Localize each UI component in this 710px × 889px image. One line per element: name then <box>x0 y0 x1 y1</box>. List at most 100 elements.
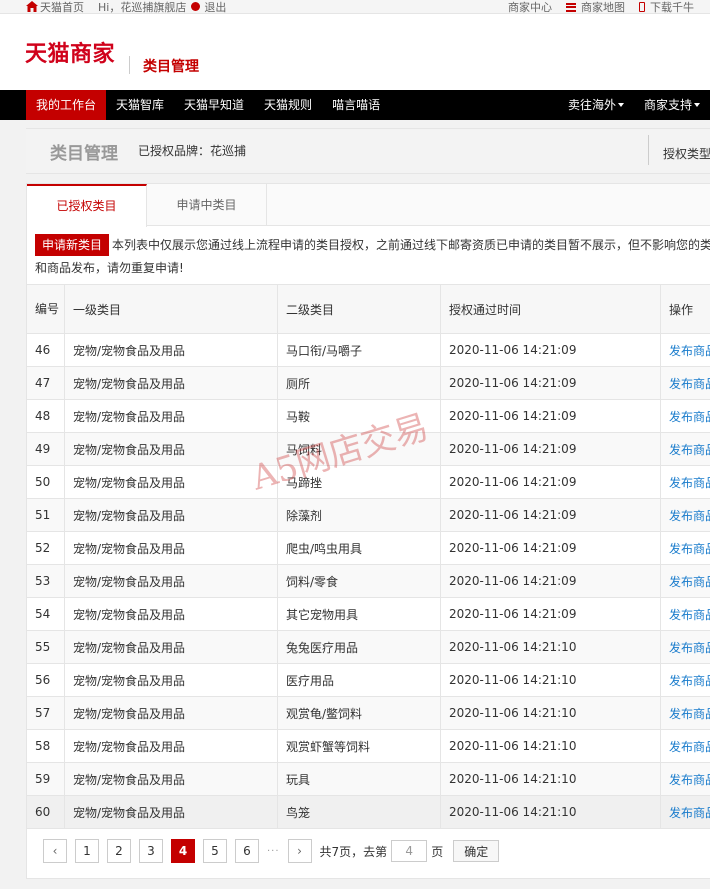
publish-product-link[interactable]: 发布商品 <box>661 631 710 663</box>
cell-id: 49 <box>27 433 65 465</box>
prev-page-button[interactable]: ‹ <box>43 839 67 863</box>
category-panel: 已授权类目 申请中类目 申请新类目 本列表中仅展示您通过线上流程申请的类目授权，之… <box>26 183 710 879</box>
col-header-cat2: 二级类目 <box>278 285 441 333</box>
store-badge-icon <box>191 2 201 11</box>
publish-product-link[interactable]: 发布商品 <box>661 730 710 762</box>
cell-id: 46 <box>27 334 65 366</box>
publish-product-link[interactable]: 发布商品 <box>661 367 710 399</box>
cell-cat1: 宠物/宠物食品及用品 <box>65 598 278 630</box>
apply-category-button[interactable]: 申请新类目 <box>35 234 110 256</box>
cell-id: 54 <box>27 598 65 630</box>
cell-cat1: 宠物/宠物食品及用品 <box>65 697 278 729</box>
tab-authorized[interactable]: 已授权类目 <box>27 184 147 227</box>
cell-time: 2020-11-06 14:21:09 <box>441 565 661 597</box>
cell-id: 50 <box>27 466 65 498</box>
cell-cat1: 宠物/宠物食品及用品 <box>65 664 278 696</box>
download-link[interactable]: 下载千牛 <box>639 0 694 15</box>
table-row: 47宠物/宠物食品及用品厕所2020-11-06 14:21:09发布商品 <box>27 367 710 400</box>
cell-time: 2020-11-06 14:21:09 <box>441 466 661 498</box>
nav-item-overseas[interactable]: 卖往海外 <box>558 90 634 120</box>
publish-product-link[interactable]: 发布商品 <box>661 763 710 795</box>
publish-product-link[interactable]: 发布商品 <box>661 433 710 465</box>
publish-product-link[interactable]: 发布商品 <box>661 400 710 432</box>
nav-item-rules[interactable]: 天猫规则 <box>254 90 322 120</box>
cell-time: 2020-11-06 14:21:09 <box>441 499 661 531</box>
table-row: 60宠物/宠物食品及用品鸟笼2020-11-06 14:21:10发布商品 <box>27 796 710 829</box>
cell-cat1: 宠物/宠物食品及用品 <box>65 499 278 531</box>
table-row: 53宠物/宠物食品及用品饲料/零食2020-11-06 14:21:09发布商品 <box>27 565 710 598</box>
cell-id: 55 <box>27 631 65 663</box>
cell-cat2: 除藻剂 <box>278 499 441 531</box>
merchant-map-link[interactable]: 商家地图 <box>566 0 625 15</box>
cell-time: 2020-11-06 14:21:09 <box>441 367 661 399</box>
cell-cat1: 宠物/宠物食品及用品 <box>65 565 278 597</box>
cell-time: 2020-11-06 14:21:10 <box>441 730 661 762</box>
publish-product-link[interactable]: 发布商品 <box>661 466 710 498</box>
nav-item-workbench[interactable]: 我的工作台 <box>26 90 107 120</box>
table-row: 51宠物/宠物食品及用品除藻剂2020-11-06 14:21:09发布商品 <box>27 499 710 532</box>
cell-cat1: 宠物/宠物食品及用品 <box>65 334 278 366</box>
cell-id: 58 <box>27 730 65 762</box>
merchant-center-link[interactable]: 商家中心 <box>508 0 552 15</box>
cell-cat2: 爬虫/鸣虫用具 <box>278 532 441 564</box>
home-link[interactable]: 天猫首页 <box>40 0 84 15</box>
total-pages-text: 共7页，去第 <box>319 844 388 859</box>
cell-cat2: 观赏龟/鳖饲料 <box>278 697 441 729</box>
caret-down-icon <box>694 103 700 107</box>
page-button[interactable]: 5 <box>203 839 227 863</box>
next-page-button[interactable]: › <box>287 839 312 863</box>
merchant-map-label: 商家地图 <box>581 1 625 14</box>
cell-id: 52 <box>27 532 65 564</box>
cell-cat1: 宠物/宠物食品及用品 <box>65 433 278 465</box>
nav-item-merchant-support[interactable]: 商家支持 <box>634 90 710 120</box>
cell-cat1: 宠物/宠物食品及用品 <box>65 631 278 663</box>
cell-time: 2020-11-06 14:21:10 <box>441 631 661 663</box>
heading-divider <box>648 135 649 165</box>
cell-id: 51 <box>27 499 65 531</box>
cell-cat2: 兔兔医疗用品 <box>278 631 441 663</box>
page-unit-text: 页 <box>431 844 444 859</box>
page-button[interactable]: 1 <box>75 839 99 863</box>
page-button[interactable]: 2 <box>107 839 131 863</box>
header-title: 类目管理 <box>143 59 199 75</box>
logout-link[interactable]: 退出 <box>204 0 226 15</box>
confirm-jump-button[interactable]: 确定 <box>453 840 500 862</box>
publish-product-link[interactable]: 发布商品 <box>661 499 710 531</box>
cell-id: 48 <box>27 400 65 432</box>
category-tabs: 已授权类目 申请中类目 <box>27 184 710 227</box>
publish-product-link[interactable]: 发布商品 <box>661 532 710 564</box>
nav-item-community[interactable]: 喵言喵语 <box>322 90 390 120</box>
download-label: 下载千牛 <box>650 1 694 14</box>
category-table: 编号 一级类目 二级类目 授权通过时间 操作 46 宠物/宠物食品及用品 马口衔/马… <box>27 284 710 829</box>
cell-id: 60 <box>27 796 65 828</box>
list-icon <box>566 2 576 12</box>
page-button[interactable]: 3 <box>139 839 163 863</box>
authorization-type[interactable]: 授权类型 <box>663 145 710 162</box>
cell-time: 2020-11-06 14:21:09 <box>441 334 661 366</box>
table-row: 55 宠物/宠物食品及用品 兔兔医疗用品 2020-11-06 14:21:10 发布商… <box>27 631 710 664</box>
publish-product-link[interactable]: 发布商品 <box>661 598 710 630</box>
page-button-current[interactable]: 4 <box>171 839 195 863</box>
col-header-cat1: 一级类目 <box>65 285 278 333</box>
cell-cat2: 马蹄挫 <box>278 466 441 498</box>
tmall-merchant-logo[interactable]: 天猫商家 <box>25 36 115 68</box>
publish-product-link[interactable]: 发布商品 <box>661 334 710 366</box>
nav-item-early-know[interactable]: 天猫早知道 <box>174 90 254 120</box>
page-jump-input[interactable] <box>391 840 428 862</box>
publish-product-link[interactable]: 发布商品 <box>661 697 710 729</box>
tab-applying[interactable]: 申请中类目 <box>147 184 267 226</box>
publish-product-link[interactable]: 发布商品 <box>661 796 710 828</box>
pagination: ‹ 1 2 3 4 5 6 ··· › 共7页，去第 页 确定 <box>43 839 500 863</box>
publish-product-link[interactable]: 发布商品 <box>661 664 710 696</box>
cell-cat1: 宠物/宠物食品及用品 <box>65 532 278 564</box>
nav-item-think-tank[interactable]: 天猫智库 <box>106 90 174 120</box>
nav-support-label: 商家支持 <box>643 98 692 112</box>
table-row: 59宠物/宠物食品及用品玩具2020-11-06 14:21:10发布商品 <box>27 763 710 796</box>
page-ellipsis: ··· <box>267 845 280 857</box>
page-button[interactable]: 6 <box>235 839 259 863</box>
publish-product-link[interactable]: 发布商品 <box>661 565 710 597</box>
cell-time: 2020-11-06 14:21:10 <box>441 796 661 828</box>
notice-line-1: 本列表中仅展示您通过线上流程申请的类目授权，之前通过线下邮寄资质已申请的类目暂不… <box>112 238 710 252</box>
cell-cat2: 厕所 <box>278 367 441 399</box>
table-row: 56宠物/宠物食品及用品医疗用品2020-11-06 14:21:10发布商品 <box>27 664 710 697</box>
